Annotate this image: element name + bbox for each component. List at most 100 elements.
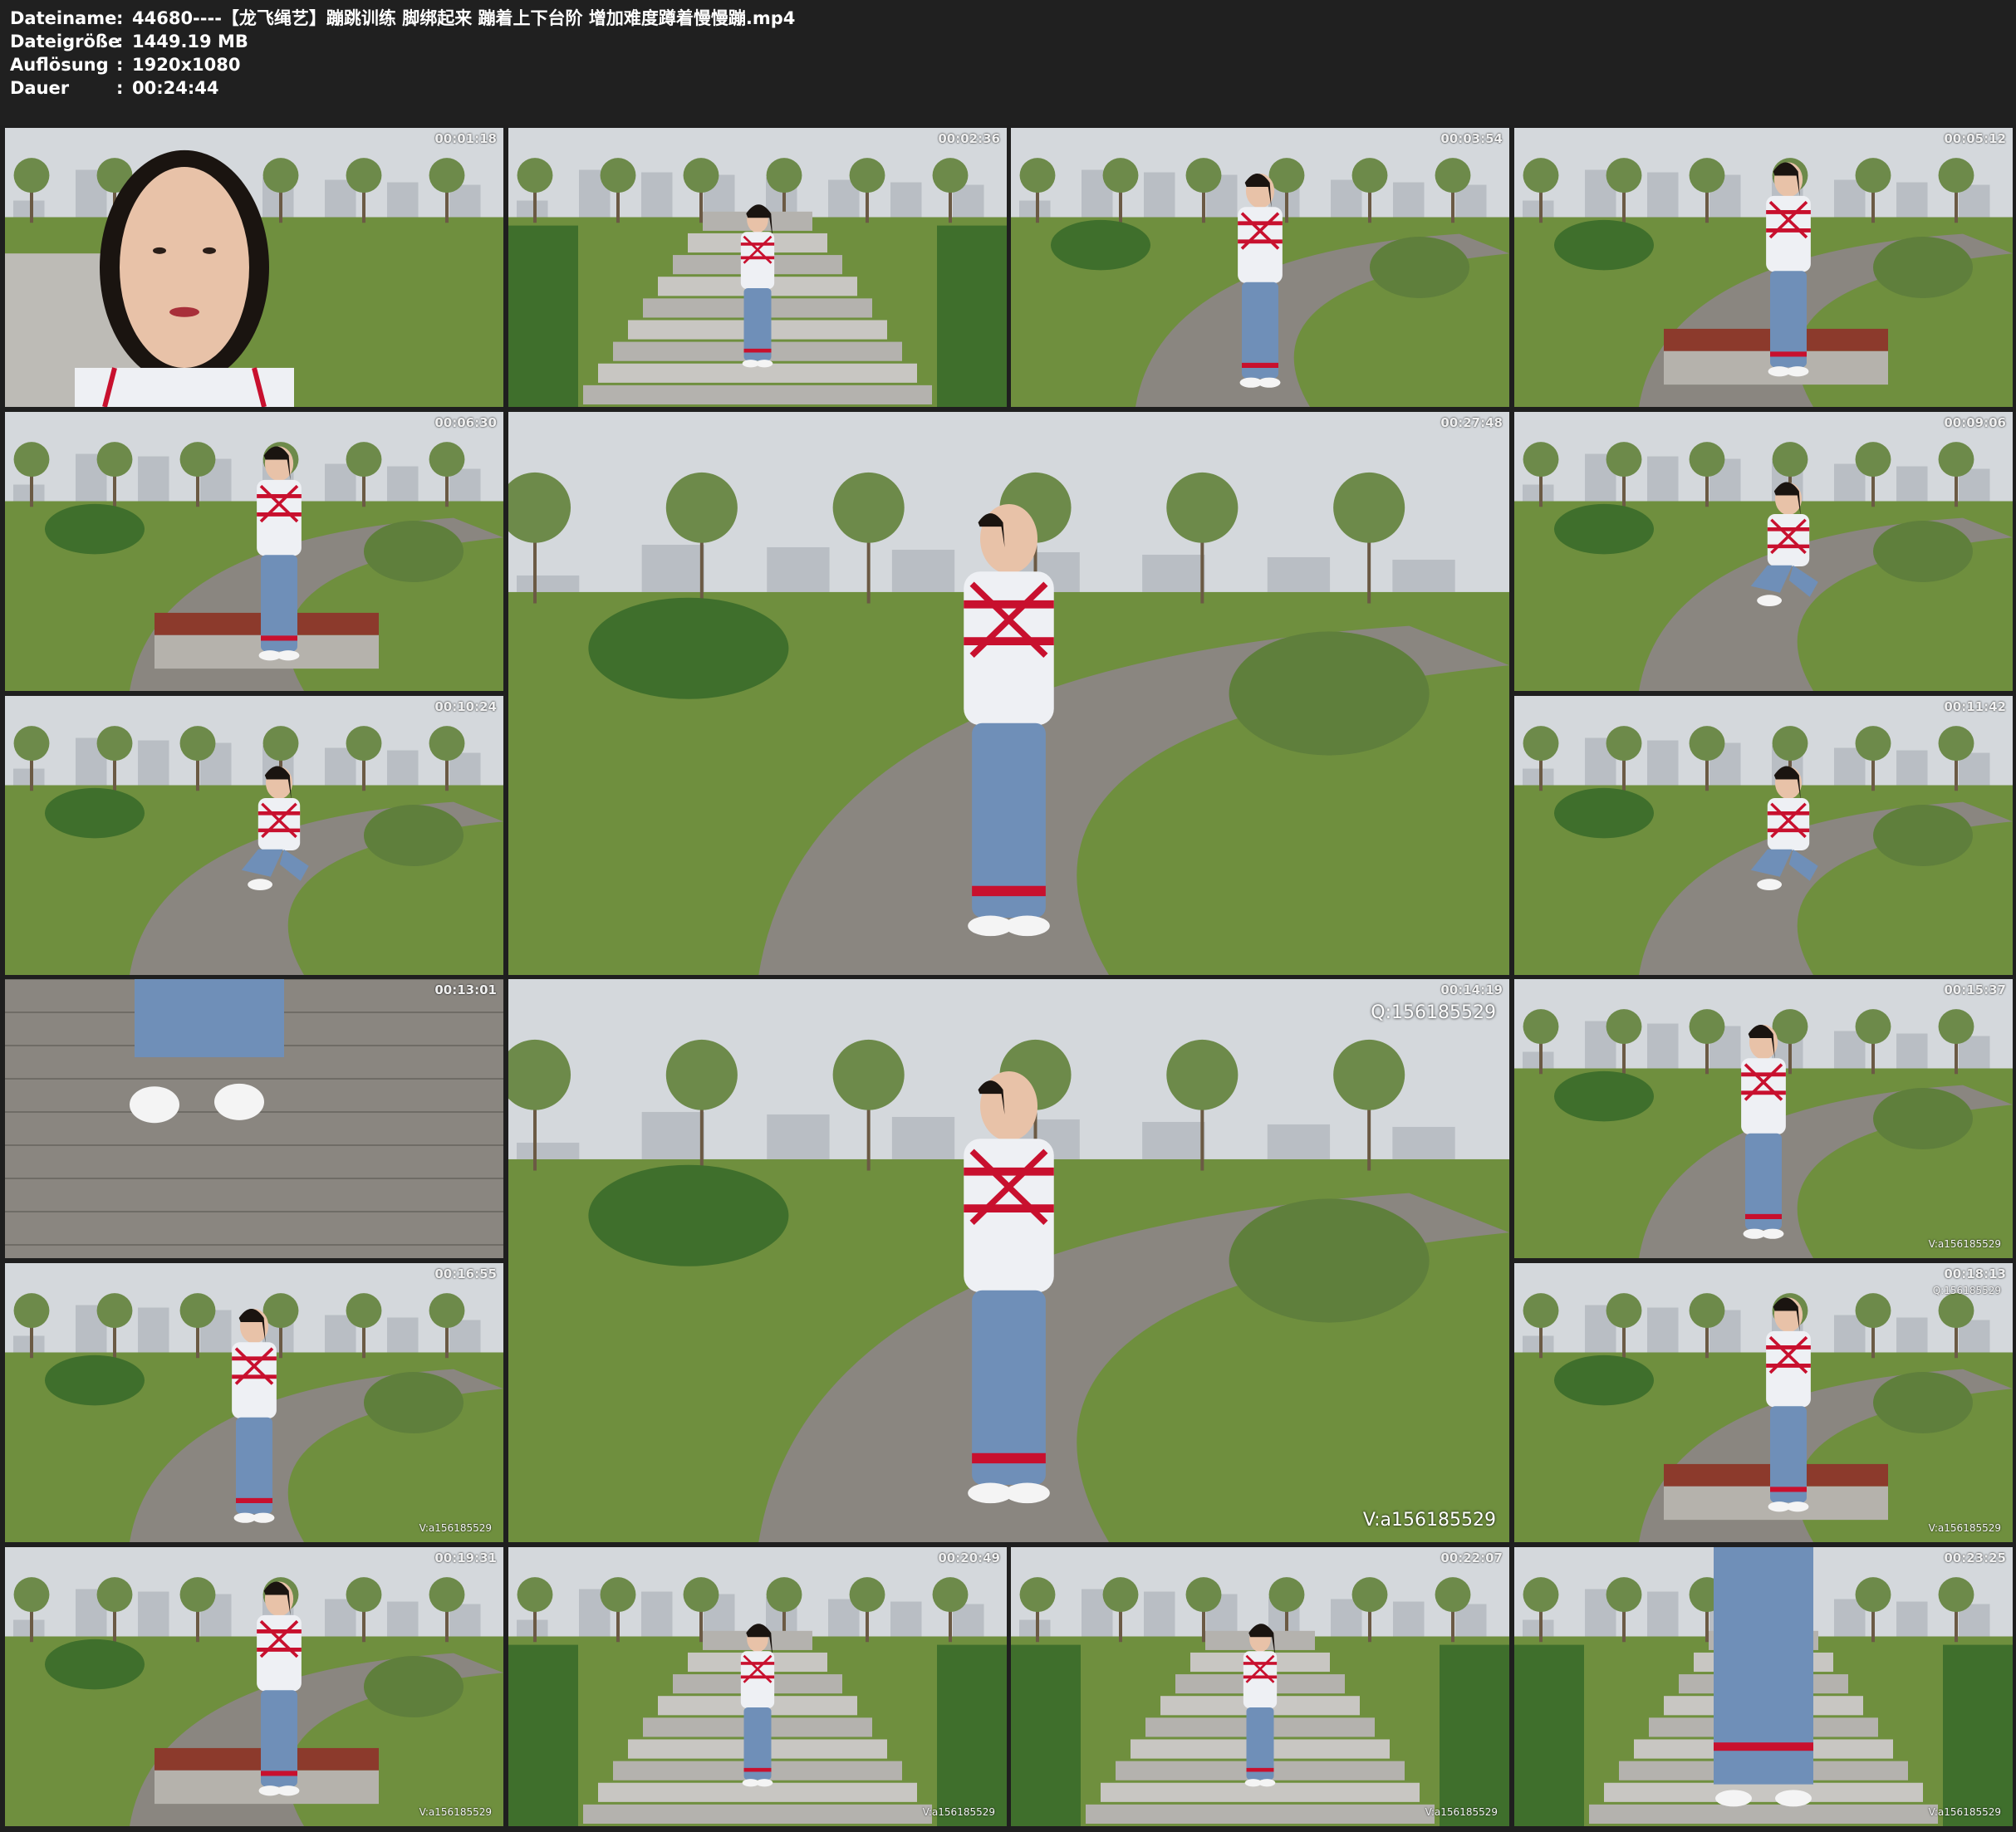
building	[387, 466, 419, 502]
meta-value-filesize: 1449.19 MB	[132, 32, 248, 51]
tree-crown	[96, 1577, 133, 1613]
video-thumbnail[interactable]: 00:23:25 V:a156185529	[1514, 1547, 2013, 1826]
video-thumbnail[interactable]: 00:03:54	[1011, 128, 1509, 407]
building	[1896, 466, 1928, 502]
building	[1647, 1307, 1679, 1353]
video-thumbnail[interactable]: 00:20:49 V:a156185529	[508, 1547, 1007, 1826]
video-thumbnail[interactable]: 00:15:37 V:a156185529	[1514, 979, 2013, 1258]
building	[1393, 182, 1425, 218]
video-thumbnail[interactable]: 00:22:07 V:a156185529	[1011, 1547, 1509, 1826]
video-thumbnail[interactable]: 00:16:55 V:a156185529	[5, 1263, 503, 1542]
tree-crown	[96, 1293, 133, 1329]
hedge	[508, 1644, 578, 1826]
building	[641, 172, 673, 218]
video-thumbnail[interactable]: 00:10:24	[5, 696, 503, 975]
tree-crown	[1523, 442, 1559, 478]
building	[1144, 172, 1175, 218]
timestamp: 00:09:06	[1944, 415, 2006, 430]
tree-crown	[13, 726, 50, 762]
tree-crown	[1855, 726, 1891, 762]
tree-crown	[1689, 158, 1725, 193]
building	[1523, 484, 1554, 502]
video-thumbnail[interactable]: 00:19:31 V:a156185529	[5, 1547, 503, 1826]
tree-crown	[1102, 1577, 1139, 1613]
tree-crown	[1689, 442, 1725, 478]
tree-crown	[1523, 726, 1559, 762]
building	[890, 1601, 922, 1637]
bush	[1554, 503, 1654, 555]
bush	[364, 1656, 464, 1717]
tree-crown	[346, 442, 382, 478]
tree-crown	[1772, 442, 1808, 478]
bush	[1229, 1198, 1430, 1323]
thumbnail-grid: 00:01:18 00:02:36 00:03:54 00:05:12 00:06:30…	[0, 125, 2016, 1832]
tree-crown	[13, 158, 50, 193]
tree-crown	[932, 158, 969, 193]
building	[387, 1601, 419, 1637]
video-thumbnail[interactable]: 00:02:36	[508, 128, 1007, 407]
thumbnail-scene	[5, 1263, 503, 1542]
tree-crown	[1855, 1577, 1891, 1613]
tree-crown	[1166, 472, 1239, 543]
sneaker	[1715, 1790, 1752, 1807]
video-thumbnail[interactable]: 00:05:12	[1514, 128, 2013, 407]
face	[120, 167, 249, 368]
thumbnail-scene	[1011, 1547, 1509, 1826]
bush	[45, 503, 145, 555]
video-thumbnail[interactable]: 00:11:42	[1514, 696, 2013, 975]
hedge	[1011, 1644, 1081, 1826]
legs	[135, 979, 284, 1058]
thumbnail-scene	[5, 1547, 503, 1826]
building	[138, 456, 169, 502]
timestamp: 00:27:48	[1440, 415, 1503, 430]
tree-crown	[1523, 1577, 1559, 1613]
bush	[1873, 1088, 1973, 1149]
thumbnail-scene	[508, 979, 1509, 1542]
timestamp: 00:19:31	[434, 1550, 497, 1565]
timestamp: 00:06:30	[434, 415, 497, 430]
building	[1896, 1601, 1928, 1637]
tree-crown	[429, 158, 465, 193]
building	[1896, 182, 1928, 218]
bush	[45, 1639, 145, 1690]
video-thumbnail[interactable]: 00:14:19 Q:156185529 V:a156185529	[508, 979, 1509, 1542]
tree-crown	[932, 1577, 969, 1613]
thumbnail-scene	[508, 412, 1509, 975]
tree-crown	[179, 1577, 216, 1613]
meta-key-resolution: Auflösung	[10, 55, 109, 75]
video-thumbnail[interactable]: 00:18:13 V:a156185529 Q:156185529	[1514, 1263, 2013, 1542]
building	[1647, 172, 1679, 218]
tree-crown	[13, 1577, 50, 1613]
tree-crown	[1606, 442, 1642, 478]
tree-crown	[262, 726, 299, 762]
meta-colon: :	[116, 55, 124, 75]
building	[517, 200, 548, 218]
stair-step	[1589, 1804, 1938, 1824]
tree-crown	[1019, 1577, 1056, 1613]
video-thumbnail[interactable]: 00:27:48	[508, 412, 1509, 975]
video-thumbnail[interactable]: 00:06:30	[5, 412, 503, 691]
hedge	[1943, 1644, 2013, 1826]
tree-crown	[1855, 1009, 1891, 1045]
hedge	[937, 225, 1007, 407]
stair-step	[1101, 1782, 1420, 1802]
meta-key-filename: Dateiname	[10, 8, 117, 28]
building	[387, 750, 419, 786]
building	[1267, 1124, 1331, 1159]
timestamp: 00:23:25	[1944, 1550, 2006, 1565]
tree-crown	[1102, 158, 1139, 193]
rope	[1714, 1742, 1813, 1751]
timestamp: 00:02:36	[938, 131, 1000, 146]
timestamp: 00:15:37	[1944, 982, 2006, 997]
building	[641, 544, 704, 592]
lips	[169, 306, 199, 317]
stair-step	[583, 385, 932, 404]
watermark-top: Q:156185529	[1932, 1285, 2001, 1296]
video-thumbnail[interactable]: 00:13:01	[5, 979, 503, 1258]
tree-crown	[1523, 1293, 1559, 1329]
tree-crown	[1855, 158, 1891, 193]
video-thumbnail[interactable]: 00:01:18	[5, 128, 503, 407]
video-thumbnail[interactable]: 00:09:06	[1514, 412, 2013, 691]
sneaker	[1775, 1790, 1812, 1807]
building	[1142, 554, 1205, 592]
